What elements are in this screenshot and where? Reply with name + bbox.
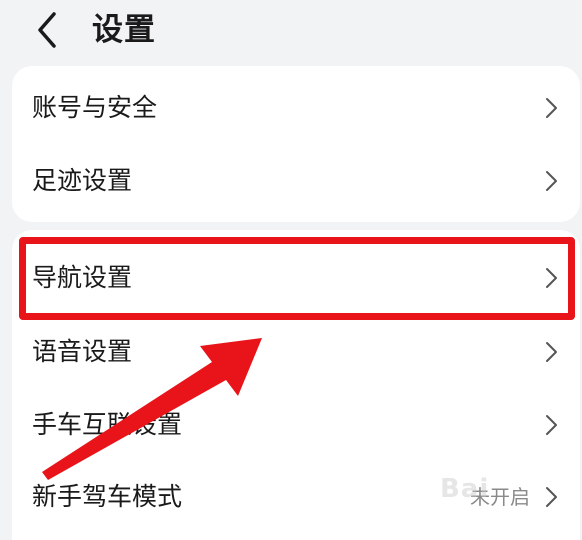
settings-item-novice-mode[interactable]: 新手驾车模式 未开启	[12, 463, 580, 531]
chevron-right-icon	[544, 414, 558, 436]
back-button[interactable]	[30, 8, 70, 52]
settings-item-voice[interactable]: 语音设置	[12, 318, 580, 386]
settings-item-account-security[interactable]: 账号与安全	[12, 74, 580, 142]
chevron-left-icon	[38, 12, 56, 48]
settings-item-footprint[interactable]: 足迹设置	[12, 147, 580, 215]
settings-group-account: 账号与安全 足迹设置	[12, 66, 580, 222]
settings-item-label: 手车互联设置	[32, 410, 183, 439]
settings-item-label: 语音设置	[32, 337, 133, 366]
chevron-right-icon	[544, 97, 558, 119]
settings-item-label: 新手驾车模式	[32, 482, 183, 511]
highlight-box	[19, 237, 575, 320]
chevron-right-icon	[544, 341, 558, 363]
chevron-right-icon	[544, 486, 558, 508]
settings-item-label: 足迹设置	[32, 166, 133, 195]
chevron-right-icon	[544, 170, 558, 192]
watermark: Bai	[440, 474, 490, 504]
page-title: 设置	[92, 12, 156, 48]
settings-item-label: 账号与安全	[32, 93, 158, 122]
header: 设置	[0, 0, 582, 62]
settings-item-car-connect[interactable]: 手车互联设置	[12, 391, 580, 459]
